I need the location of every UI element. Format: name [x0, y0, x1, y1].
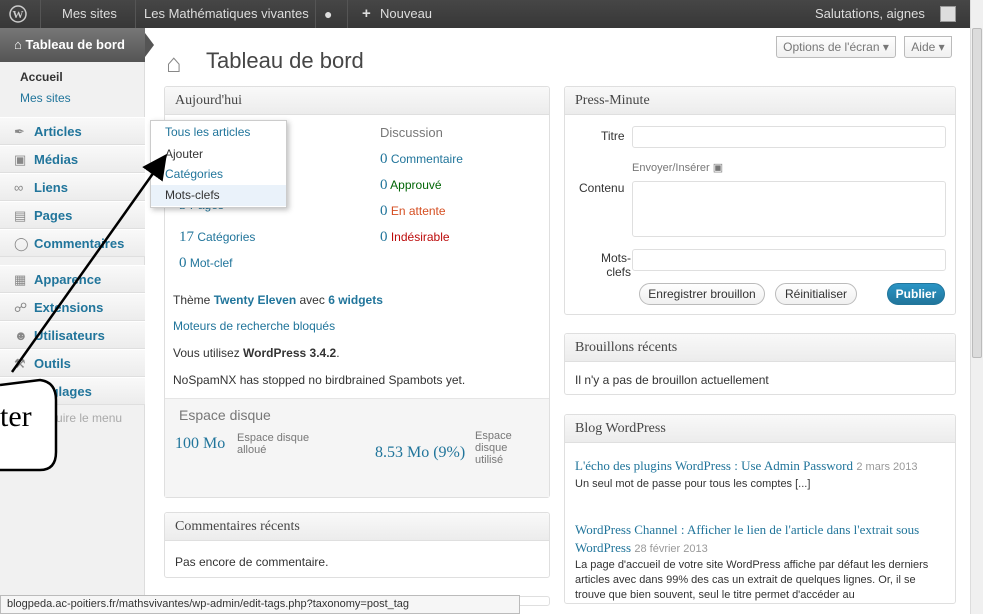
- annotation-arrow: [10, 153, 167, 373]
- browser-status-bar: blogpeda.ac-poitiers.fr/mathsvivantes/wp…: [0, 595, 520, 614]
- annotation-callout-text: ter: [0, 400, 32, 433]
- annotation-overlay: [0, 153, 167, 472]
- scrollbar-thumb[interactable]: [972, 28, 982, 358]
- vertical-scrollbar[interactable]: [970, 0, 983, 614]
